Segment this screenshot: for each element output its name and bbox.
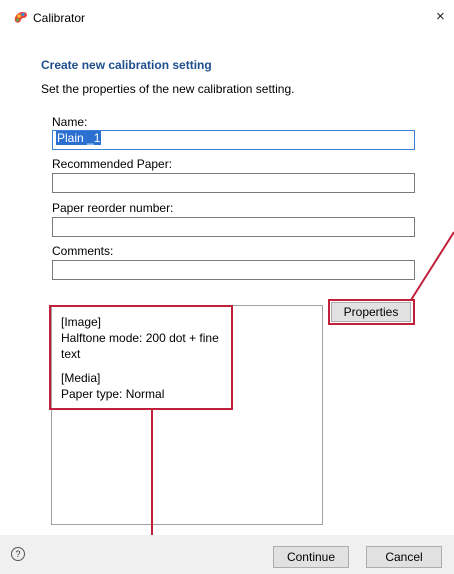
cancel-button[interactable]: Cancel <box>366 546 442 568</box>
properties-callout-line <box>410 231 454 301</box>
name-label: Name: <box>52 115 88 129</box>
summary-line: Paper type: Normal <box>61 387 165 401</box>
summary-line: Halftone mode: 200 dot + fine <box>61 331 219 345</box>
dialog-footer: ? Continue Cancel <box>0 535 454 574</box>
window-title: Calibrator <box>33 11 86 25</box>
help-circle-icon[interactable]: ? <box>11 547 25 561</box>
recommended-paper-label: Recommended Paper: <box>52 157 173 171</box>
paper-reorder-number-label: Paper reorder number: <box>52 201 174 215</box>
dialog-subheading: Set the properties of the new calibratio… <box>41 82 295 96</box>
continue-button[interactable]: Continue <box>273 546 349 568</box>
summary-line: [Image] <box>61 315 102 329</box>
name-field[interactable]: Plain _1 <box>52 130 415 150</box>
summary-line: [Media] <box>61 371 101 385</box>
close-icon[interactable]: × <box>436 9 445 25</box>
color-palette-icon <box>14 12 27 23</box>
name-field-value: Plain _1 <box>56 131 102 145</box>
comments-field[interactable] <box>52 260 415 280</box>
properties-button[interactable]: Properties <box>331 302 411 322</box>
title-bar: Calibrator × <box>0 0 454 36</box>
recommended-paper-field[interactable] <box>52 173 415 193</box>
comments-label: Comments: <box>52 244 114 258</box>
paper-reorder-number-field[interactable] <box>52 217 415 237</box>
dialog-heading: Create new calibration setting <box>41 58 212 72</box>
summary-line: text <box>61 347 81 361</box>
